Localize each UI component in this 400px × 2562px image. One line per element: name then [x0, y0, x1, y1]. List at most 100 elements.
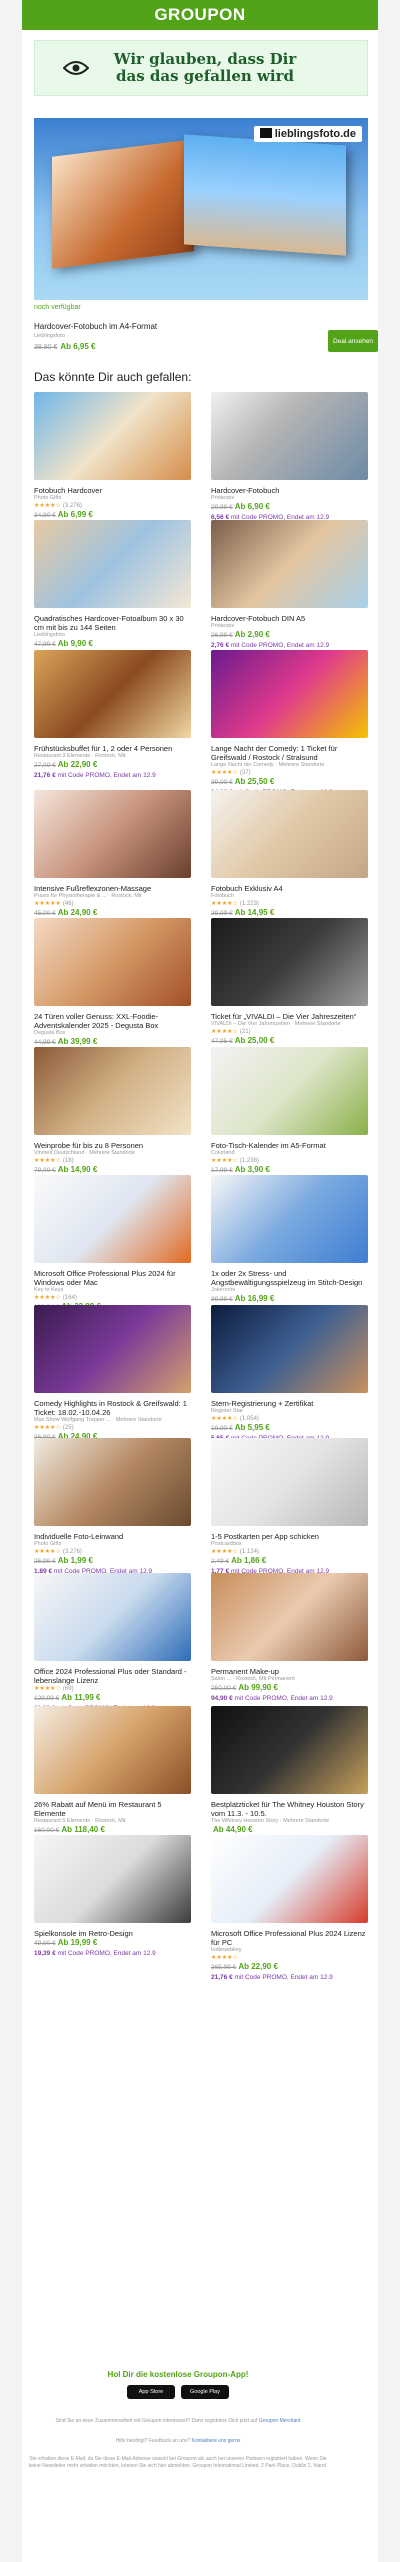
deal-card[interactable]: 1x oder 2x Stress- und Angstbewältigungs…: [211, 1175, 368, 1314]
deal-image[interactable]: [34, 1438, 191, 1526]
deal-card[interactable]: Weinprobe für bis zu 8 Personen Vinmelt D…: [34, 1047, 191, 1185]
google-play-button[interactable]: Google Play: [181, 2385, 229, 2399]
new-price: Ab 99,90 €: [238, 1683, 278, 1692]
deal-card[interactable]: Lange Nacht der Comedy: 1 Ticket für Gre…: [211, 650, 368, 797]
deal-card[interactable]: Comedy Highlights in Rostock & Greifswal…: [34, 1305, 191, 1452]
deal-title[interactable]: Lange Nacht der Comedy: 1 Ticket für Gre…: [211, 744, 368, 762]
deal-title[interactable]: Fotobuch Exklusiv A4: [211, 884, 368, 893]
deal-title[interactable]: Frühstücksbuffet für 1, 2 oder 4 Persone…: [34, 744, 191, 753]
deal-title[interactable]: 1-5 Postkarten per App schicken: [211, 1532, 368, 1541]
deal-card[interactable]: Office 2024 Professional Plus oder Stand…: [34, 1573, 191, 1713]
deal-title[interactable]: Foto-Tisch-Kalender im A5-Format: [211, 1141, 368, 1150]
deal-card[interactable]: Hardcover-Fotobuch DIN A5 Printerpix 26,99…: [211, 520, 368, 650]
deal-card[interactable]: Ticket für „VIVALDI – Die Vier Jahreszei…: [211, 918, 368, 1056]
contact-link[interactable]: Kontaktiere uns gerne: [191, 2438, 240, 2444]
hero-image[interactable]: lieblingsfoto.de: [34, 118, 368, 300]
deal-image[interactable]: [34, 1835, 191, 1923]
deal-price: 26,99 € Ab 1,99 €: [34, 1556, 191, 1567]
deal-image[interactable]: [211, 1835, 368, 1923]
hero-title[interactable]: Hardcover-Fotobuch im A4-Format: [34, 322, 157, 331]
deal-image[interactable]: [34, 1305, 191, 1393]
deal-image[interactable]: [211, 918, 368, 1006]
deal-title[interactable]: 24 Türen voller Genuss: XXL-Foodie-Adven…: [34, 1012, 191, 1030]
deal-title[interactable]: Microsoft Office Professional Plus 2024 …: [34, 1269, 191, 1287]
deal-title[interactable]: Office 2024 Professional Plus oder Stand…: [34, 1667, 191, 1685]
deal-card[interactable]: Individuelle Foto-Leinwand Photo Gifts ★★★…: [34, 1438, 191, 1576]
brand-name: lieblingsfoto.de: [274, 128, 356, 140]
deal-title[interactable]: Ticket für „VIVALDI – Die Vier Jahreszei…: [211, 1012, 368, 1021]
old-price: 27,00 €: [34, 762, 56, 769]
deal-merchant: Register Star: [211, 1408, 244, 1414]
deal-card[interactable]: Fotobuch Hardcover Photo Gifts ★★★★☆ (3.276…: [34, 392, 191, 530]
deal-card[interactable]: Foto-Tisch-Kalender im A5-Format Colorlan…: [211, 1047, 368, 1185]
stars-icon: ★★★★☆: [211, 1029, 238, 1035]
deal-image[interactable]: [34, 1175, 191, 1263]
old-price: 29,99 €: [211, 504, 233, 511]
deal-title[interactable]: Bestplatzticket für The Whitney Houston …: [211, 1800, 368, 1818]
deal-image[interactable]: [34, 918, 191, 1006]
deal-title[interactable]: 26% Rabatt auf Menü im Restaurant 5 Elem…: [34, 1800, 191, 1818]
deal-title[interactable]: Hardcover-Fotobuch DIN A5: [211, 614, 368, 623]
deal-card[interactable]: 1-5 Postkarten per App schicken Postcardb…: [211, 1438, 368, 1576]
deal-image[interactable]: [211, 520, 368, 608]
deal-card[interactable]: Fotobuch Exklusiv A4 Fotobuch ★★★★☆ (1.223)…: [211, 790, 368, 928]
deal-button[interactable]: Deal ansehen: [328, 330, 378, 352]
deal-image[interactable]: [34, 1573, 191, 1661]
deal-image[interactable]: [34, 790, 191, 878]
deal-card[interactable]: Quadratisches Hardcover-Fotoalbum 30 x 3…: [34, 520, 191, 659]
deal-title[interactable]: 1x oder 2x Stress- und Angstbewältigungs…: [211, 1269, 368, 1287]
deal-title[interactable]: Microsoft Office Professional Plus 2024 …: [211, 1929, 368, 1947]
deal-card[interactable]: Permanent Make-up Salon ... · Rostock, Mi…: [211, 1573, 368, 1703]
app-store-button[interactable]: App Store: [127, 2385, 175, 2399]
deal-image[interactable]: [34, 520, 191, 608]
new-price: Ab 6,90 €: [234, 502, 270, 511]
deal-card[interactable]: Bestplatzticket für The Whitney Houston …: [211, 1706, 368, 1845]
deal-image[interactable]: [211, 1438, 368, 1526]
deal-card[interactable]: Stern-Registrierung + Zertifikat Register…: [211, 1305, 368, 1443]
deal-title[interactable]: Fotobuch Hardcover: [34, 486, 191, 495]
deal-image[interactable]: [211, 1573, 368, 1661]
groupon-logo[interactable]: GROUPON: [154, 5, 245, 25]
deal-title[interactable]: Hardcover-Fotobuch: [211, 486, 368, 495]
deal-card[interactable]: Hardcover-Fotobuch Printerpix 29,99 € Ab 6,…: [211, 392, 368, 522]
rating-count: (164): [62, 1295, 77, 1301]
deal-title[interactable]: Weinprobe für bis zu 8 Personen: [34, 1141, 191, 1150]
deal-title[interactable]: Individuelle Foto-Leinwand: [34, 1532, 191, 1541]
new-price: Ab 9,90 €: [57, 639, 93, 648]
merchant-link[interactable]: Groupon Merchant: [259, 2418, 301, 2424]
deal-title[interactable]: Permanent Make-up: [211, 1667, 368, 1676]
deal-image[interactable]: [211, 392, 368, 480]
deal-image[interactable]: [211, 1305, 368, 1393]
deal-image[interactable]: [34, 392, 191, 480]
deal-image[interactable]: [34, 1706, 191, 1794]
new-price: Ab 39,99 €: [57, 1037, 98, 1046]
deal-card[interactable]: Microsoft Office Professional Plus 2024 …: [211, 1835, 368, 1982]
deal-image[interactable]: [34, 650, 191, 738]
deal-card[interactable]: 24 Türen voller Genuss: XXL-Foodie-Adven…: [34, 918, 191, 1057]
deal-image[interactable]: [211, 790, 368, 878]
deal-card[interactable]: Intensive Fußreflexzonen-Massage Praxis f…: [34, 790, 191, 928]
deal-title[interactable]: Stern-Registrierung + Zertifikat: [211, 1399, 368, 1408]
deal-image[interactable]: [211, 650, 368, 738]
new-price: Ab 5,95 €: [234, 1423, 270, 1432]
deal-card[interactable]: 26% Rabatt auf Menü im Restaurant 5 Elem…: [34, 1706, 191, 1845]
hero-availability[interactable]: noch verfügbar: [34, 304, 81, 311]
deal-price: 29,99 € Ab 6,90 €: [211, 502, 368, 513]
deal-image[interactable]: [211, 1175, 368, 1263]
stars-icon: ★★★★☆: [34, 1425, 61, 1431]
rating-stars: ★★★★☆ (1.054): [211, 1415, 368, 1423]
deal-title[interactable]: Quadratisches Hardcover-Fotoalbum 30 x 3…: [34, 614, 191, 632]
deal-title[interactable]: Spielkonsole im Retro-Design: [34, 1929, 191, 1938]
deal-title[interactable]: Comedy Highlights in Rostock & Greifswal…: [34, 1399, 191, 1417]
deal-image[interactable]: [211, 1706, 368, 1794]
deal-card[interactable]: Microsoft Office Professional Plus 2024 …: [34, 1175, 191, 1322]
deal-card[interactable]: Spielkonsole im Retro-Design 49,90 € Ab 19…: [34, 1835, 191, 1958]
deal-merchant: Colorland: [211, 1150, 235, 1156]
deal-card[interactable]: Frühstücksbuffet für 1, 2 oder 4 Persone…: [34, 650, 191, 780]
stars-icon: ★★★★☆: [211, 770, 238, 776]
deal-price: 19,90 € Ab 5,95 €: [211, 1423, 368, 1434]
deal-price: 39,00 € Ab 25,50 €: [211, 777, 368, 788]
deal-image[interactable]: [211, 1047, 368, 1135]
deal-title[interactable]: Intensive Fußreflexzonen-Massage: [34, 884, 191, 893]
deal-image[interactable]: [34, 1047, 191, 1135]
